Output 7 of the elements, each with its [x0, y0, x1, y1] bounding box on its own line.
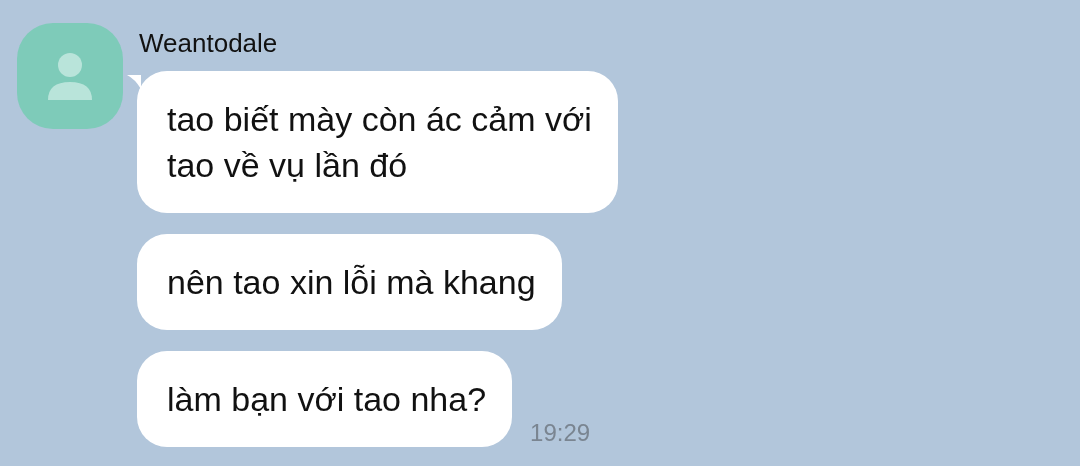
bubble-tail [127, 75, 141, 89]
avatar[interactable] [17, 23, 123, 129]
message-bubble: làm bạn với tao nha? [137, 351, 513, 447]
person-icon [48, 52, 92, 100]
message-time: 19:29 [530, 418, 591, 448]
sender-name: Weantodale [139, 28, 279, 58]
message-bubble: nên tao xin lỗi mà khang [137, 234, 562, 330]
